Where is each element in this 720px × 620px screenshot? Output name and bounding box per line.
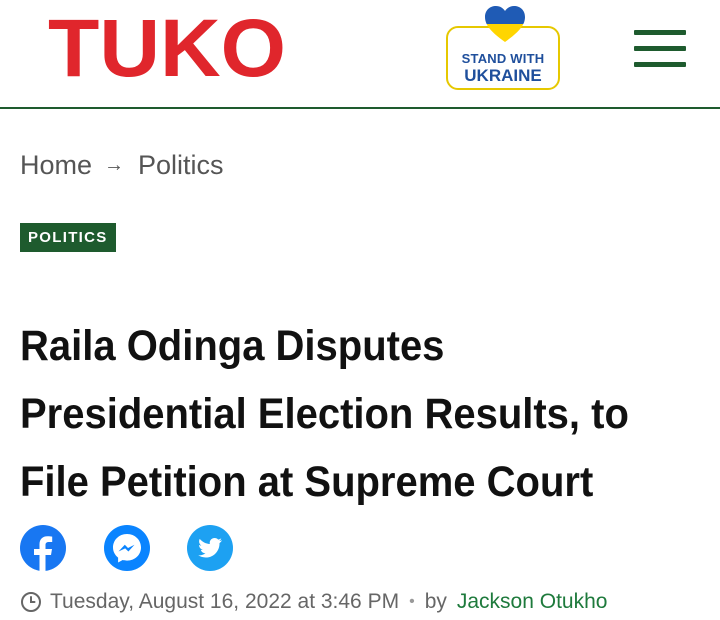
article-meta: Tuesday, August 16, 2022 at 3:46 PM • by…	[20, 590, 607, 614]
facebook-share-button[interactable]	[20, 525, 66, 571]
author-link[interactable]: Jackson Otukho	[457, 590, 608, 614]
stand-with-ukraine-badge[interactable]: STAND WITH UKRAINE	[446, 6, 560, 90]
breadcrumb-home-link[interactable]: Home	[20, 150, 92, 181]
tuko-logo[interactable]: TUKO	[48, 3, 288, 94]
messenger-share-button[interactable]	[104, 525, 150, 571]
twitter-icon	[187, 525, 233, 571]
article-headline: Raila Odinga Disputes Presidential Elect…	[20, 322, 629, 506]
badge-line-1: STAND WITH	[461, 51, 545, 66]
breadcrumb-politics-link[interactable]: Politics	[138, 150, 224, 181]
menu-bar	[634, 30, 686, 35]
svg-text:TUKO: TUKO	[48, 14, 286, 84]
meta-separator: •	[409, 593, 415, 610]
category-tag[interactable]: POLITICS	[20, 223, 116, 252]
breadcrumb: Home → Politics	[20, 150, 224, 181]
breadcrumb-arrow: →	[104, 154, 125, 176]
heart-icon	[485, 6, 525, 42]
by-label: by	[424, 590, 447, 613]
menu-bar	[634, 46, 686, 51]
menu-bar	[634, 62, 686, 67]
messenger-icon	[104, 525, 150, 571]
twitter-share-button[interactable]	[187, 525, 233, 571]
hamburger-menu-button[interactable]	[634, 30, 686, 68]
badge-line-2: UKRAINE	[464, 66, 542, 85]
publish-date: Tuesday, August 16, 2022 at 3:46 PM	[50, 590, 400, 613]
site-header: TUKO STAND WITH UKRAINE	[0, 0, 720, 109]
facebook-icon	[20, 525, 66, 571]
clock-icon	[21, 592, 41, 612]
